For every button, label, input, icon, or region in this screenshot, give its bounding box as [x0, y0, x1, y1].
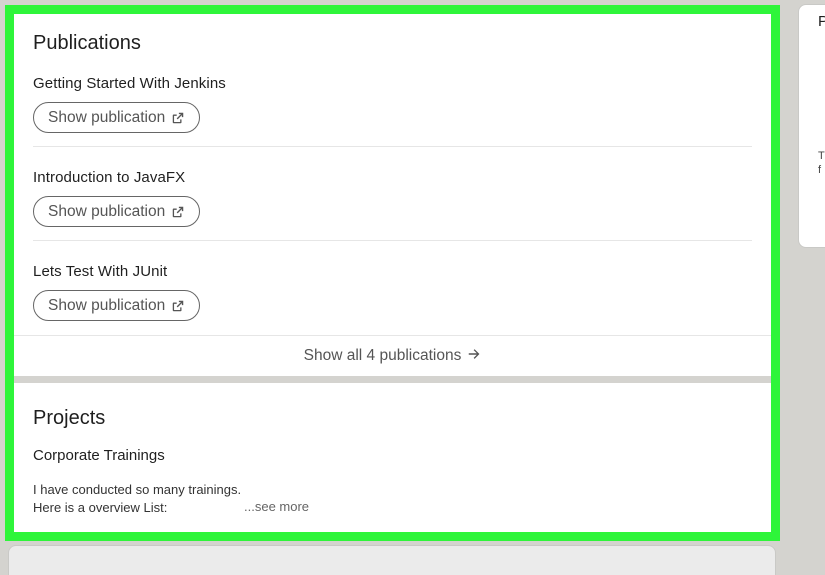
projects-title: Projects	[33, 407, 106, 429]
publication-item: Introduction to JavaFX Show publication	[33, 169, 752, 227]
show-publication-label: Show publication	[48, 202, 166, 220]
publication-item: Lets Test With JUnit Show publication	[33, 263, 752, 321]
show-all-publications-link[interactable]: Show all 4 publications	[14, 335, 771, 376]
side-panel-card: P T f	[798, 4, 825, 248]
projects-section: Projects Corporate Trainings I have cond…	[14, 383, 771, 532]
show-all-publications-label: Show all 4 publications	[303, 347, 462, 364]
publication-title: Introduction to JavaFX	[33, 169, 186, 186]
publication-title: Lets Test With JUnit	[33, 263, 168, 280]
publication-title: Getting Started With Jenkins	[33, 75, 226, 92]
publications-section: Publications Getting Started With Jenkin…	[14, 14, 771, 376]
see-more-button[interactable]: ...see more	[244, 499, 309, 514]
show-publication-label: Show publication	[48, 296, 166, 314]
project-title: Corporate Trainings	[33, 447, 165, 464]
show-publication-button[interactable]: Show publication	[33, 196, 201, 227]
show-publication-button[interactable]: Show publication	[33, 102, 201, 133]
publications-title: Publications	[33, 32, 141, 54]
project-description-line: I have conducted so many trainings.	[33, 482, 242, 497]
external-link-icon	[171, 111, 185, 125]
arrow-right-icon	[467, 347, 481, 366]
publication-item: Getting Started With Jenkins Show public…	[33, 75, 752, 133]
next-section-card	[8, 545, 776, 575]
divider	[33, 146, 752, 147]
show-publication-button[interactable]: Show publication	[33, 290, 201, 321]
show-publication-label: Show publication	[48, 108, 166, 126]
side-panel-text: T f	[818, 150, 825, 176]
external-link-icon	[171, 205, 185, 219]
side-panel-heading: P	[818, 13, 825, 30]
highlight-frame: Publications Getting Started With Jenkin…	[5, 5, 780, 541]
divider	[33, 240, 752, 241]
project-description: I have conducted so many trainings. Here…	[33, 481, 241, 517]
external-link-icon	[171, 299, 185, 313]
project-description-line: Here is a overview List:	[33, 500, 168, 515]
